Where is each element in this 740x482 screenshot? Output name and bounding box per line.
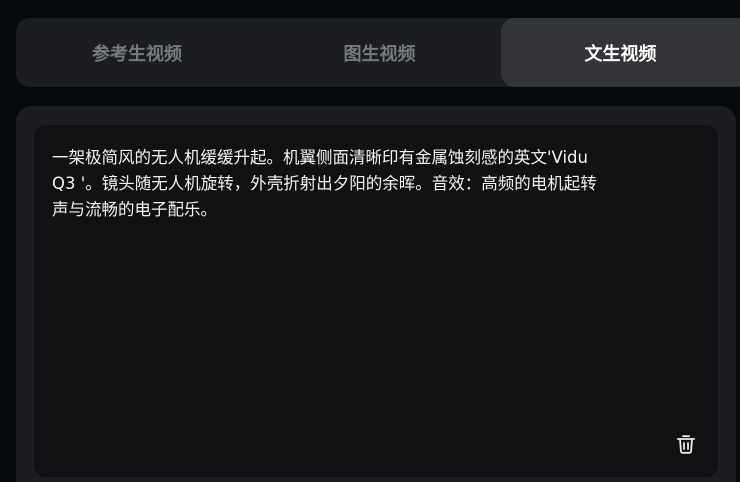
tab-text-to-video[interactable]: 文生视频 [501, 18, 740, 87]
clear-prompt-button[interactable] [672, 430, 700, 458]
mode-tabs: 参考生视频 图生视频 文生视频 [16, 18, 740, 87]
video-generator: 参考生视频 图生视频 文生视频 一架极简风的无人机缓缓升起。机翼侧面清晰印有金属… [0, 0, 740, 482]
prompt-text[interactable]: 一架极简风的无人机缓缓升起。机翼侧面清晰印有金属蚀刻感的英文'Vidu Q3 '… [52, 145, 692, 223]
tab-image-to-video[interactable]: 图生视频 [258, 18, 501, 87]
trash-icon [676, 435, 696, 454]
tab-reference-to-video[interactable]: 参考生视频 [16, 18, 258, 87]
prompt-panel: 一架极简风的无人机缓缓升起。机翼侧面清晰印有金属蚀刻感的英文'Vidu Q3 '… [16, 106, 736, 482]
prompt-editor[interactable]: 一架极简风的无人机缓缓升起。机翼侧面清晰印有金属蚀刻感的英文'Vidu Q3 '… [34, 125, 718, 477]
